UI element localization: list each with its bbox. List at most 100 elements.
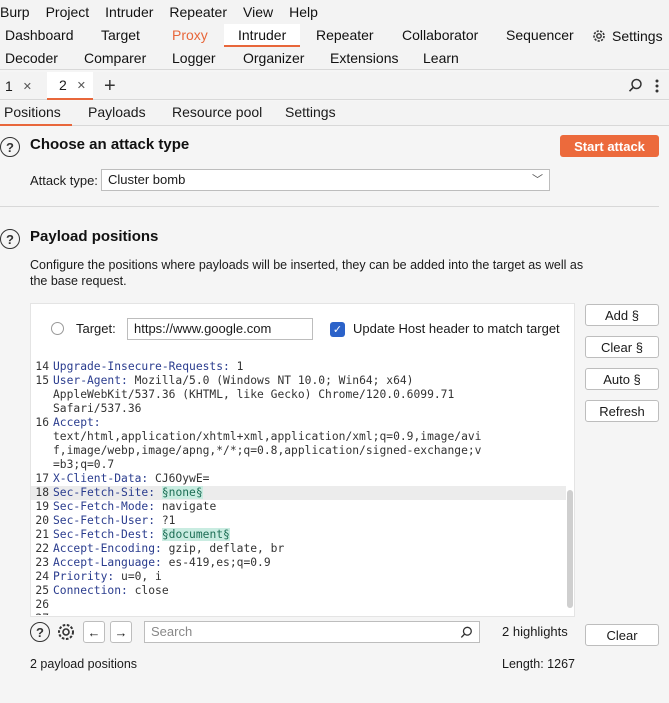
close-icon[interactable]: ✕ [23, 80, 32, 93]
close-icon[interactable]: ✕ [77, 79, 86, 92]
tab-comparer[interactable]: Comparer [84, 47, 146, 70]
request-line: =b3;q=0.7 [31, 458, 566, 472]
tab-intruder-settings[interactable]: Settings [285, 101, 336, 126]
start-attack-button[interactable]: Start attack [560, 135, 659, 157]
payload-marker[interactable]: §document§ [161, 528, 230, 541]
payload-positions-count: 2 payload positions [30, 657, 138, 671]
help-icon[interactable]: ? [0, 229, 20, 249]
auto-marker-button[interactable]: Auto § [585, 368, 659, 390]
line-text: Sec-Fetch-Site: §none§ [53, 486, 203, 500]
header-value: close [127, 584, 169, 597]
header-name: Sec-Fetch-Site: [53, 486, 156, 499]
header-value: navigate [155, 500, 217, 513]
crosshair-icon [51, 322, 64, 335]
tab-target[interactable]: Target [101, 24, 140, 47]
more-vertical-icon[interactable] [655, 79, 659, 93]
menu-view[interactable]: View [235, 0, 281, 24]
tab-settings[interactable]: Settings [591, 24, 663, 47]
line-text: AppleWebKit/537.36 (KHTML, like Gecko) C… [53, 388, 454, 402]
tab-payloads[interactable]: Payloads [88, 101, 146, 126]
header-name: Sec-Fetch-Mode: [53, 500, 156, 513]
line-text: Safari/537.36 [53, 402, 141, 416]
line-text: Accept: [53, 416, 101, 430]
positions-panel: ? Choose an attack type Start attack Att… [0, 127, 669, 703]
line-number: 26 [35, 598, 49, 611]
request-text[interactable]: 14 Upgrade-Insecure-Requests: 1 15 User-Age… [31, 360, 566, 615]
tab-settings-label: Settings [612, 27, 663, 44]
tab-intruder[interactable]: Intruder [224, 24, 300, 47]
editor-scrollbar[interactable] [567, 490, 573, 608]
attack-tab-1[interactable]: 1 ✕ [5, 72, 32, 100]
tab-sequencer[interactable]: Sequencer [506, 24, 574, 47]
menu-intruder[interactable]: Intruder [97, 0, 161, 24]
attack-tab-1-label: 1 [5, 78, 13, 94]
menu-bar: Burp Project Intruder Repeater View Help [0, 0, 669, 24]
tab-positions[interactable]: Positions [0, 101, 72, 126]
search-placeholder: Search [151, 624, 193, 639]
header-value: es-419,es;q=0.9 [161, 556, 271, 569]
header-value: =b3;q=0.7 [53, 458, 115, 471]
chevron-down-icon: ﹀ [532, 174, 543, 186]
search-bar: ? ← → Search 2 highlights [30, 621, 575, 645]
line-text: Upgrade-Insecure-Requests: 1 [53, 360, 243, 374]
tab-collaborator[interactable]: Collaborator [402, 24, 478, 47]
next-match-button[interactable]: → [110, 621, 132, 643]
header-name: Sec-Fetch-Dest: [53, 528, 156, 541]
tab-resource-pool[interactable]: Resource pool [172, 101, 262, 126]
section-tabs: Positions Payloads Resource pool Setting… [0, 101, 669, 126]
help-icon[interactable]: ? [0, 137, 20, 157]
tab-decoder[interactable]: Decoder [5, 47, 58, 70]
line-number: 19 [35, 500, 49, 513]
refresh-button[interactable]: Refresh [585, 400, 659, 422]
arrow-left-icon: ← [87, 624, 101, 640]
intruder-tabs: 1 ✕ 2 ✕ [0, 72, 669, 100]
update-host-checkbox[interactable]: ✓ [330, 322, 345, 337]
request-length: Length: 1267 [502, 657, 575, 671]
payload-marker[interactable]: §none§ [161, 486, 203, 499]
line-text: Accept-Language: es-419,es;q=0.9 [53, 556, 271, 570]
menu-project[interactable]: Project [38, 0, 98, 24]
tab-extensions[interactable]: Extensions [330, 47, 398, 70]
attack-tab-2[interactable]: 2 ✕ [47, 72, 93, 100]
clear-markers-button[interactable]: Clear § [585, 336, 659, 358]
header-name: Priority: [53, 570, 115, 583]
line-number: 27 [31, 612, 53, 615]
tab-learn[interactable]: Learn [423, 47, 459, 70]
gear-icon[interactable] [56, 622, 76, 642]
clear-search-button[interactable]: Clear [585, 624, 659, 646]
search-input[interactable]: Search [144, 621, 480, 643]
target-input[interactable]: https://www.google.com [127, 318, 313, 340]
search-icon [460, 626, 472, 638]
help-icon[interactable]: ? [30, 622, 50, 642]
request-line: text/html,application/xhtml+xml,applicat… [31, 430, 566, 444]
tab-dashboard[interactable]: Dashboard [5, 24, 74, 47]
add-tab-icon[interactable]: + [104, 75, 116, 98]
attack-tab-2-label: 2 [59, 77, 67, 93]
request-line: 19 Sec-Fetch-Mode: navigate [31, 500, 566, 514]
tab-organizer[interactable]: Organizer [243, 47, 304, 70]
header-value: text/html,application/xhtml+xml,applicat… [53, 430, 482, 443]
menu-help[interactable]: Help [281, 0, 326, 24]
request-line: 21 Sec-Fetch-Dest: §document§ [31, 528, 566, 542]
header-name: Connection: [53, 584, 128, 597]
line-number: 17 [35, 472, 49, 485]
menu-repeater[interactable]: Repeater [161, 0, 235, 24]
line-text: Connection: close [53, 584, 169, 598]
line-number: 18 [35, 486, 49, 499]
attack-type-heading: Choose an attack type [30, 136, 190, 153]
add-marker-button[interactable]: Add § [585, 304, 659, 326]
menu-burp[interactable]: Burp [0, 0, 38, 24]
previous-match-button[interactable]: ← [83, 621, 105, 643]
header-name: Accept-Language: [53, 556, 162, 569]
header-name: Accept-Encoding: [53, 542, 162, 555]
tab-repeater[interactable]: Repeater [316, 24, 374, 47]
search-icon[interactable] [628, 78, 643, 93]
tab-logger[interactable]: Logger [172, 47, 216, 70]
line-text: Sec-Fetch-User: ?1 [53, 514, 175, 528]
attack-type-select[interactable]: Cluster bomb ﹀ [101, 169, 550, 191]
request-line: AppleWebKit/537.36 (KHTML, like Gecko) C… [31, 388, 566, 402]
tab-proxy[interactable]: Proxy [172, 24, 208, 47]
request-line: Safari/537.36 [31, 402, 566, 416]
line-text: f,image/webp,image/apng,*/*;q=0.8,applic… [53, 444, 481, 458]
request-line: 26 [31, 598, 566, 612]
